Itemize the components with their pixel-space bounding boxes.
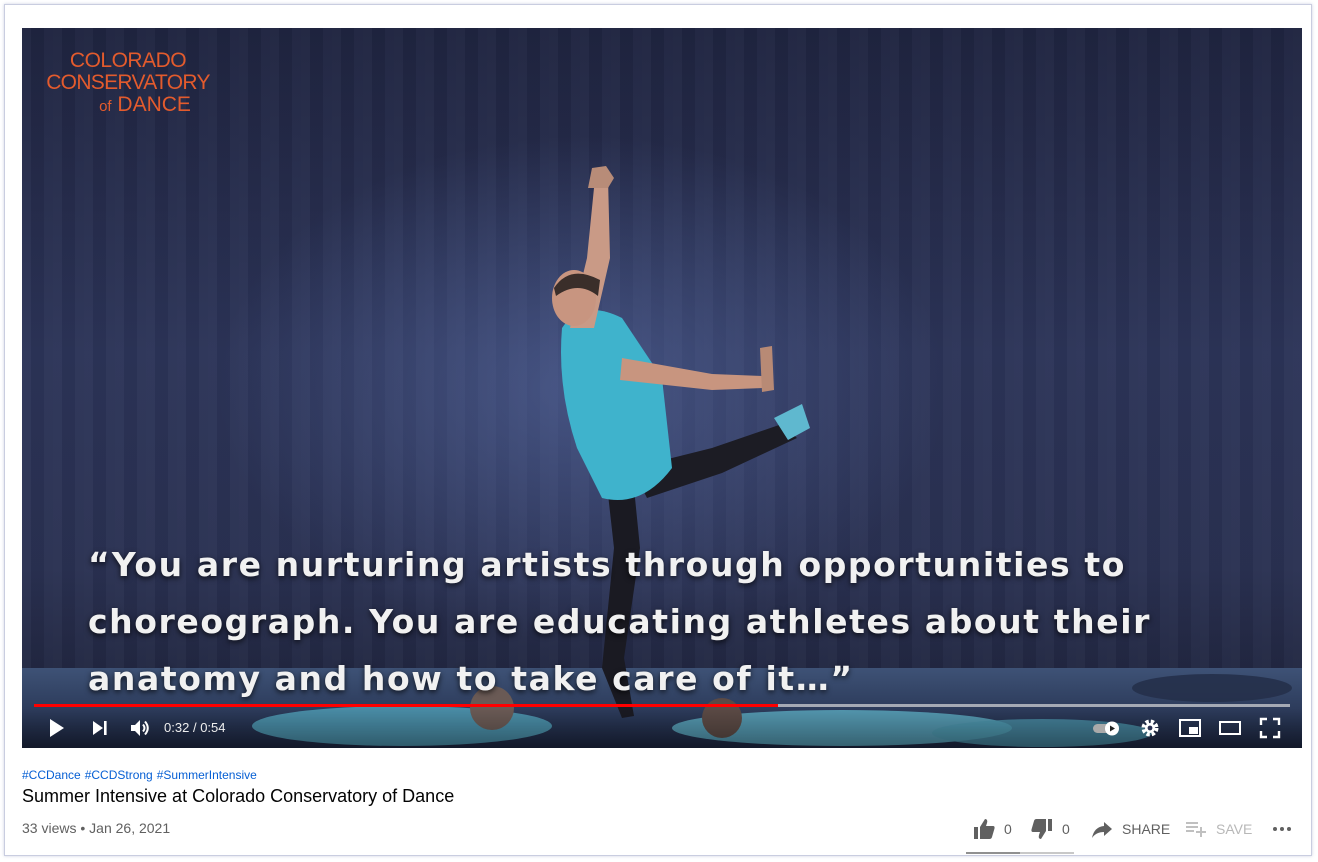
theater-mode-icon xyxy=(1219,721,1241,735)
sentiment-like-fill xyxy=(966,852,1020,854)
time-current: 0:32 xyxy=(164,720,190,735)
time-total: 0:54 xyxy=(200,720,226,735)
save-button[interactable]: SAVE xyxy=(1184,816,1252,842)
progress-bar[interactable] xyxy=(34,704,1290,707)
miniplayer-button[interactable] xyxy=(1178,716,1202,740)
hashtag-link[interactable]: #SummerIntensive xyxy=(157,768,257,782)
settings-button[interactable] xyxy=(1138,716,1162,740)
autoplay-toggle-icon xyxy=(1093,721,1119,736)
time-display: 0:32 / 0:54 xyxy=(164,720,226,735)
like-button[interactable]: 0 xyxy=(972,816,1012,842)
gear-icon xyxy=(1141,719,1159,737)
video-meta: 33 views • Jan 26, 2021 xyxy=(22,820,170,836)
video-caption: “You are nurturing artists through oppor… xyxy=(88,545,1151,698)
hashtag-link[interactable]: #CCDStrong xyxy=(85,768,153,782)
hashtag-list: #CCDance #CCDStrong #SummerIntensive xyxy=(22,768,261,782)
more-options-icon xyxy=(1273,827,1291,831)
logo-line-2: CONSERVATORY xyxy=(46,71,210,94)
fullscreen-icon xyxy=(1259,717,1281,739)
logo-line-1: COLORADO xyxy=(69,49,187,72)
time-separator: / xyxy=(192,720,197,735)
like-count: 0 xyxy=(1004,821,1012,837)
save-label: SAVE xyxy=(1216,821,1253,837)
dislike-count: 0 xyxy=(1062,821,1070,837)
logo-of: of xyxy=(99,98,112,115)
view-count: 33 views xyxy=(22,820,77,836)
volume-icon xyxy=(131,720,149,736)
thumbs-down-icon xyxy=(1031,819,1052,839)
progress-played xyxy=(34,704,779,707)
upload-date: Jan 26, 2021 xyxy=(89,820,171,836)
fullscreen-button[interactable] xyxy=(1258,716,1282,740)
sentiment-bar xyxy=(966,852,1074,854)
dislike-button[interactable]: 0 xyxy=(1030,816,1070,842)
share-icon xyxy=(1092,822,1112,838)
logo-line-3: of DANCE xyxy=(38,94,218,118)
autoplay-toggle[interactable] xyxy=(1092,716,1122,740)
miniplayer-icon xyxy=(1179,719,1201,737)
share-label: SHARE xyxy=(1122,821,1171,837)
more-options-button[interactable] xyxy=(1270,816,1302,842)
theater-mode-button[interactable] xyxy=(1218,716,1242,740)
player-controls: 0:32 / 0:54 xyxy=(22,708,1302,748)
meta-separator: • xyxy=(80,820,86,836)
video-title: Summer Intensive at Colorado Conservator… xyxy=(22,786,455,806)
next-button[interactable] xyxy=(88,716,112,740)
video-player[interactable]: COLORADO CONSERVATORY of DANCE “You are … xyxy=(22,28,1302,748)
next-icon xyxy=(93,721,107,735)
thumbs-up-icon xyxy=(974,819,995,839)
hashtag-link[interactable]: #CCDance xyxy=(22,768,81,782)
volume-button[interactable] xyxy=(128,716,152,740)
channel-logo: COLORADO CONSERVATORY of DANCE xyxy=(38,50,218,118)
logo-dance: DANCE xyxy=(117,93,191,116)
play-button[interactable] xyxy=(44,716,68,740)
play-icon xyxy=(50,719,64,737)
playlist-add-icon xyxy=(1186,822,1206,837)
share-button[interactable]: SHARE xyxy=(1090,816,1170,842)
action-bar: 0 0 SHARE SAVE xyxy=(972,816,1302,842)
